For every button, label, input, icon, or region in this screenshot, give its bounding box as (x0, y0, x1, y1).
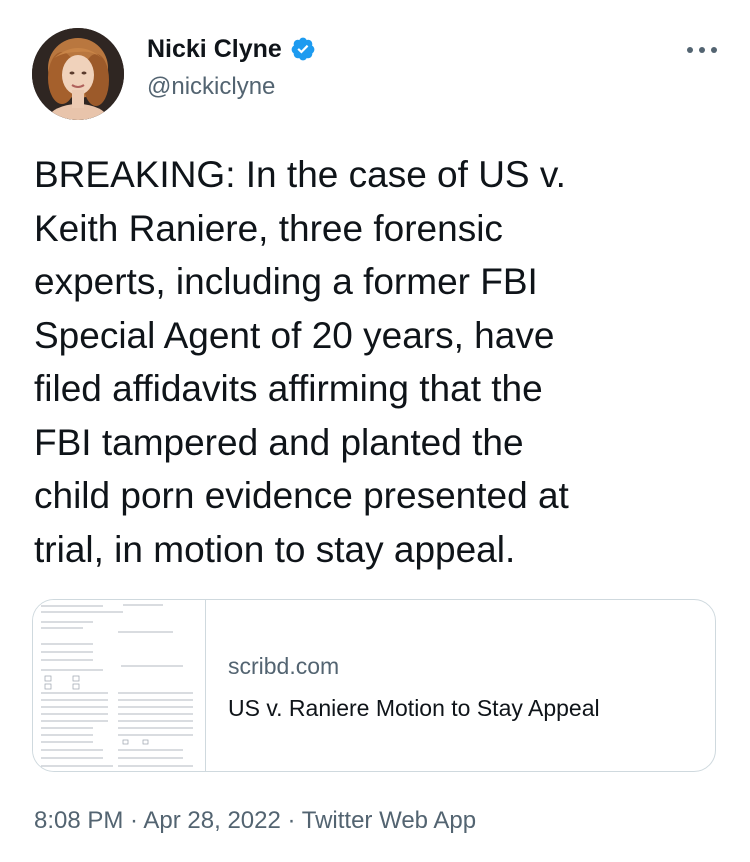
ellipsis-icon (687, 47, 717, 53)
profile-photo (32, 28, 124, 120)
link-card-title: US v. Raniere Motion to Stay Appeal (228, 695, 600, 721)
avatar[interactable] (32, 28, 124, 120)
verified-badge-icon (291, 37, 315, 61)
more-options-button[interactable] (682, 40, 722, 60)
tweet-text-line: child porn evidence presented at (34, 475, 569, 516)
tweet-source[interactable]: Twitter Web App (302, 807, 476, 834)
tweet-text-line: BREAKING: In the case of US v. (34, 154, 566, 195)
tweet-text-line: trial, in motion to stay appeal. (34, 528, 516, 570)
author-name[interactable]: Nicki Clyne (147, 34, 282, 64)
tweet-text-line: Special Agent of 20 years, have (34, 314, 555, 356)
tweet-text-line: Keith Raniere, three forensic (34, 207, 503, 249)
author-name-row[interactable]: Nicki Clyne (147, 34, 316, 64)
link-card[interactable]: scribd.com US v. Raniere Motion to Stay … (32, 599, 716, 772)
tweet-text-line: experts, including a former FBI (34, 261, 538, 302)
document-thumbnail-icon (41, 604, 193, 767)
tweet-date[interactable]: Apr 28, 2022 (143, 807, 280, 834)
tweet-meta: 8:08 PM · Apr 28, 2022 · Twitter Web App (34, 806, 476, 836)
meta-separator: · (123, 807, 144, 834)
meta-separator: · (280, 807, 302, 834)
link-card-thumbnail (33, 600, 206, 771)
tweet-text-line: FBI tampered and planted the (34, 421, 524, 463)
tweet-text-line: filed affidavits affirming that the (34, 368, 543, 409)
tweet-time[interactable]: 8:08 PM (34, 807, 123, 834)
author-handle[interactable]: @nickiclyne (147, 72, 275, 102)
link-card-domain: scribd.com (228, 653, 340, 679)
tweet-text: BREAKING: In the case of US v. Keith Ran… (34, 148, 724, 576)
